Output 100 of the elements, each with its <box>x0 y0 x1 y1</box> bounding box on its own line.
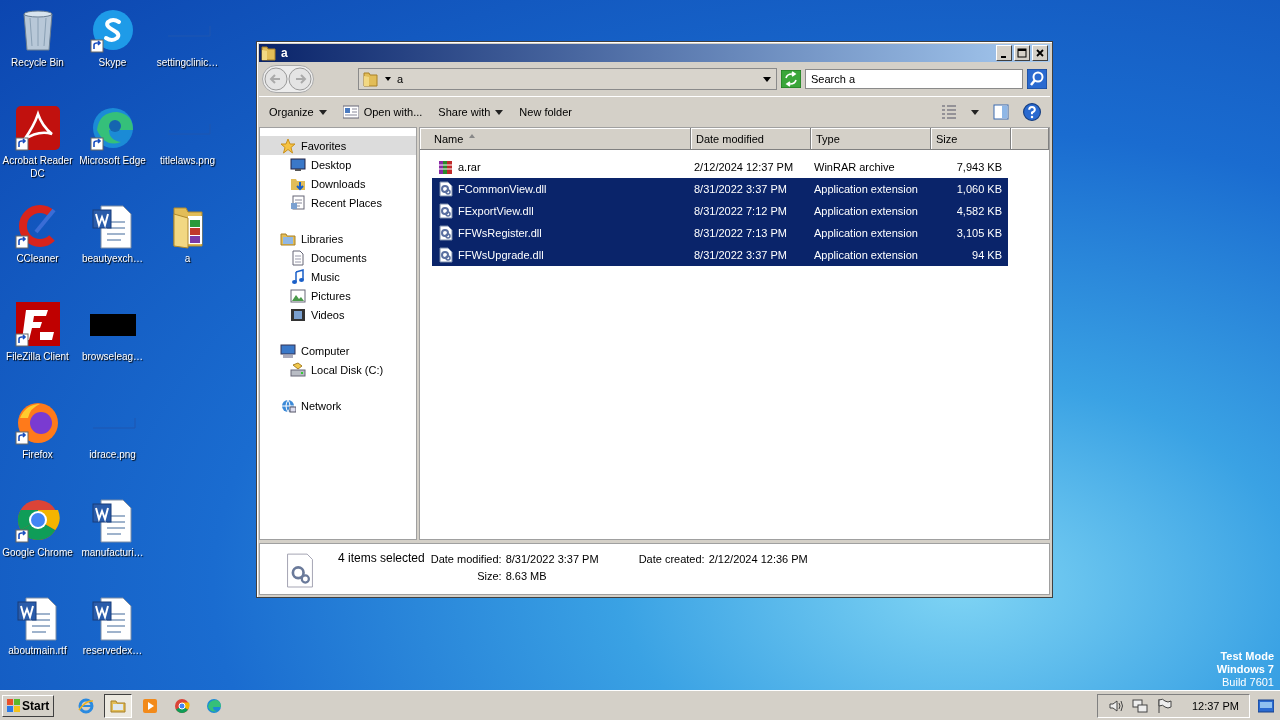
gear-file-icon <box>438 181 454 197</box>
column-header[interactable]: Date modified <box>691 128 811 150</box>
browser-icon <box>206 697 223 714</box>
browser-icon <box>174 697 191 714</box>
nav-item[interactable]: Local Disk (C:) <box>260 360 416 379</box>
date-cell-text: 8/31/2022 3:37 PM <box>693 249 788 261</box>
desktop-icon-label[interactable]: beautyexch… <box>75 252 150 265</box>
desktop-icon-label[interactable]: Firefox <box>0 448 75 461</box>
gear-file-icon <box>284 552 316 590</box>
size-cell-text: 1,060 KB <box>955 183 1003 195</box>
nav-item[interactable]: Documents <box>260 248 416 267</box>
type-cell-text: Application extension <box>813 227 919 239</box>
nav-item[interactable]: Pictures <box>260 286 416 305</box>
detail-value: 8/31/2022 3:37 PM <box>505 553 599 565</box>
flag-icon[interactable] <box>1155 697 1172 714</box>
detail-value: 8.63 MB <box>505 570 548 582</box>
nav-item[interactable]: Desktop <box>260 155 416 174</box>
file-row[interactable]: FExportView.dll 8/31/2022 7:12 PM Application extension 4,582 KB <box>432 200 1008 222</box>
nav-item[interactable]: Videos <box>260 305 416 324</box>
nav-item[interactable]: Network <box>260 396 416 415</box>
toolbar-button[interactable]: Open with... <box>336 102 429 122</box>
nav-item[interactable]: Favorites <box>260 136 416 155</box>
preview-pane-icon[interactable] <box>993 104 1009 120</box>
file-name: FFWsRegister.dll <box>458 227 542 239</box>
watermark-text: Windows 7 <box>1216 663 1274 676</box>
file-row[interactable]: FFWsUpgrade.dll 8/31/2022 3:37 PM Application extension 94 KB <box>432 244 1008 266</box>
film-strip-icon <box>290 306 306 323</box>
search-field[interactable]: Search a <box>805 69 1023 89</box>
gear-file-icon <box>438 225 454 241</box>
size-cell-text: 7,943 KB <box>955 161 1003 173</box>
caret-icon[interactable] <box>971 109 979 115</box>
network-icon <box>280 397 296 414</box>
desktop-icon-label[interactable]: idrace.png <box>75 448 150 461</box>
close-icon[interactable] <box>1032 45 1048 61</box>
caret-icon <box>495 109 504 115</box>
size-cell-text: 94 KB <box>971 249 1003 261</box>
detail-label: Size: <box>476 570 502 582</box>
network-icon[interactable] <box>1131 697 1148 714</box>
desktop-icon-label[interactable]: FileZilla Client <box>0 350 75 363</box>
desktop-icon-label[interactable]: Acrobat Reader DC <box>0 154 75 180</box>
column-header[interactable]: Size <box>931 128 1011 150</box>
nav-item[interactable]: Recent Places <box>260 193 416 212</box>
desktop-icon-label[interactable]: reservedex… <box>75 644 150 657</box>
desktop-icon-label[interactable]: Recycle Bin <box>0 56 75 69</box>
file-row[interactable]: a.rar 2/12/2024 12:37 PM WinRAR archive 7,943 KB <box>432 156 1008 178</box>
taskbar-app-button[interactable] <box>104 693 133 718</box>
pdf-app-icon[interactable] <box>13 104 62 152</box>
minimize-icon[interactable] <box>996 45 1012 61</box>
refresh-icon[interactable] <box>781 70 801 88</box>
nav-item[interactable]: Libraries <box>260 229 416 248</box>
column-header[interactable]: Name <box>420 128 691 150</box>
desktop-icon-label[interactable]: settingclinic… <box>150 56 225 69</box>
size-cell-text: 3,105 KB <box>955 227 1003 239</box>
window-title: a <box>281 46 288 60</box>
toolbar-button[interactable]: Organize <box>263 103 333 121</box>
column-header[interactable] <box>1011 128 1049 150</box>
toolbar-button[interactable]: New folder <box>513 103 578 121</box>
search-icon[interactable] <box>1027 69 1047 89</box>
address-bar[interactable]: a <box>358 68 777 90</box>
play-icon <box>142 697 159 714</box>
caret-icon[interactable] <box>762 75 772 83</box>
nav-item[interactable]: Downloads <box>260 174 416 193</box>
desktop-icon-label[interactable]: Skype <box>75 56 150 69</box>
detail-label: Date created: <box>638 553 705 565</box>
type-cell-text: Application extension <box>813 205 919 217</box>
help-icon[interactable] <box>1023 103 1041 121</box>
selection-count: 4 items selected <box>338 551 425 565</box>
window-icon <box>342 105 359 119</box>
desktop-icon-label[interactable]: Microsoft Edge <box>75 154 150 167</box>
file-name: a.rar <box>458 161 481 173</box>
caret-icon[interactable] <box>384 75 392 83</box>
desktop-icon-label[interactable]: Google Chrome <box>0 546 75 559</box>
size-cell-text: 4,582 KB <box>955 205 1003 217</box>
type-cell-text: Application extension <box>813 249 919 261</box>
gear-file-icon <box>438 203 454 219</box>
ftp-app-icon[interactable] <box>13 300 62 348</box>
folder-icon <box>363 71 379 87</box>
date-cell-text: 2/12/2024 12:37 PM <box>693 161 795 173</box>
file-row[interactable]: FCommonView.dll 8/31/2022 3:37 PM Application extension 1,060 KB <box>432 178 1008 200</box>
toolbar-button[interactable]: Share with <box>432 103 510 121</box>
desktop-icon-label[interactable]: a <box>150 252 225 265</box>
start-button[interactable]: Start <box>2 694 55 717</box>
maximize-icon[interactable] <box>1014 45 1030 61</box>
desktop-icon-label[interactable]: CCleaner <box>0 252 75 265</box>
clock[interactable]: 12:37 PM <box>1191 699 1239 712</box>
detail-value: 2/12/2024 12:36 PM <box>708 553 808 565</box>
windows-logo-icon <box>7 699 20 712</box>
speaker-icon[interactable] <box>1107 697 1124 714</box>
file-name: FCommonView.dll <box>458 183 547 195</box>
desktop-icon-label[interactable]: manufacturi… <box>75 546 150 559</box>
file-row[interactable]: FFWsRegister.dll 8/31/2022 7:13 PM Application extension 3,105 KB <box>432 222 1008 244</box>
desktop-icon-label[interactable]: aboutmain.rtf <box>0 644 75 657</box>
desktop-icon-label[interactable]: browseleag… <box>75 350 150 363</box>
folder-icon <box>110 697 127 714</box>
show-desktop-icon[interactable] <box>1258 698 1274 713</box>
desktop-icon-label[interactable]: titlelaws.png <box>150 154 225 167</box>
nav-item[interactable]: Music <box>260 267 416 286</box>
type-cell-text: WinRAR archive <box>813 161 896 173</box>
column-header[interactable]: Type <box>811 128 931 150</box>
nav-item[interactable]: Computer <box>260 341 416 360</box>
